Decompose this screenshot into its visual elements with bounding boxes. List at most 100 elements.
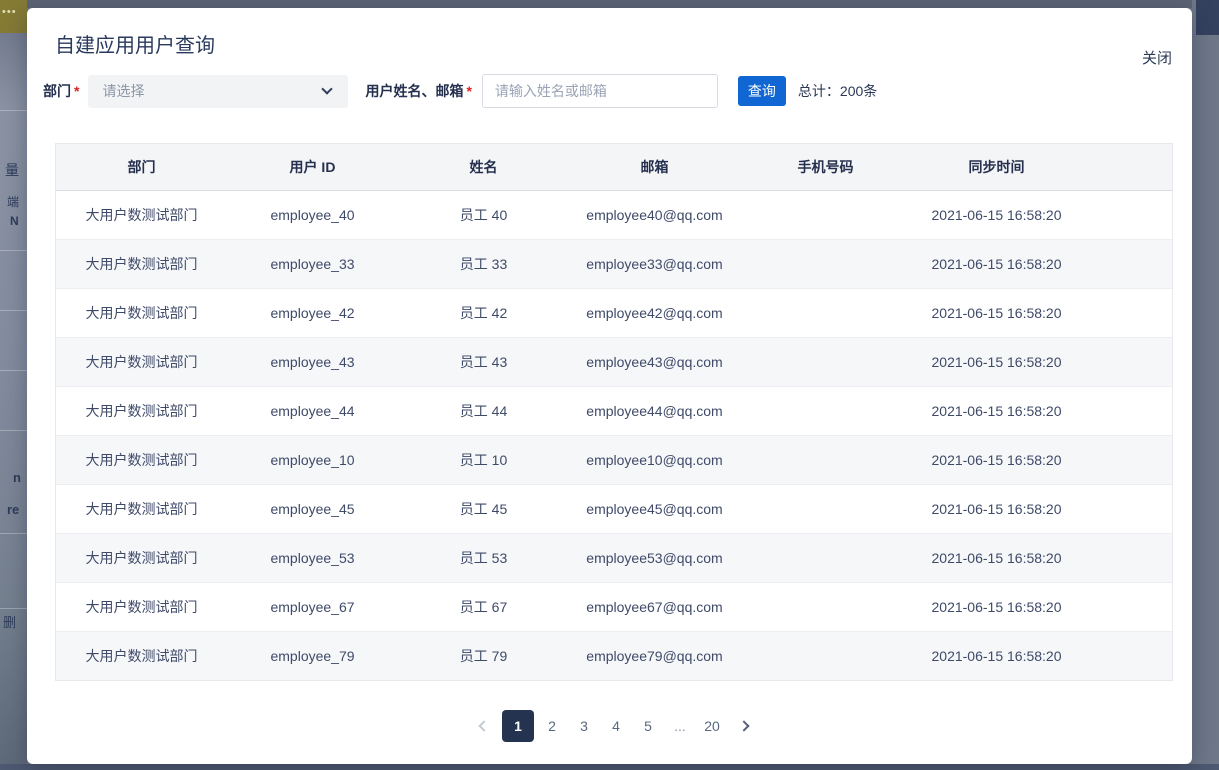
pagination-page-5[interactable]: 5 [634, 710, 662, 742]
user-search-input[interactable] [482, 74, 718, 108]
search-button[interactable]: 查询 [738, 76, 786, 106]
cell-email: employee40@qq.com [569, 190, 740, 239]
cell-department: 大用户数测试部门 [56, 582, 227, 631]
column-header-email: 邮箱 [569, 144, 740, 190]
user-query-modal: 自建应用用户查询 关闭 部门 * 请选择 用户姓名、邮箱 * 查询 总计：200… [27, 8, 1192, 764]
cell-sync-time: 2021-06-15 16:58:20 [911, 484, 1082, 533]
cell-user-id: employee_44 [227, 386, 398, 435]
cell-name: 员工 67 [398, 582, 569, 631]
cell-name: 员工 44 [398, 386, 569, 435]
ellipsis-dots-icon: ••• [2, 6, 17, 18]
cell-spacer [1082, 582, 1172, 631]
cell-sync-time: 2021-06-15 16:58:20 [911, 582, 1082, 631]
cell-department: 大用户数测试部门 [56, 484, 227, 533]
table-row: 大用户数测试部门employee_45员工 45employee45@qq.co… [56, 484, 1172, 533]
background-navy-button [1196, 0, 1219, 35]
cell-name: 员工 79 [398, 631, 569, 680]
background-text-fragment: 量 [5, 160, 19, 180]
close-button[interactable]: 关闭 [1142, 47, 1172, 68]
cell-department: 大用户数测试部门 [56, 631, 227, 680]
cell-sync-time: 2021-06-15 16:58:20 [911, 435, 1082, 484]
cell-sync-time: 2021-06-15 16:58:20 [911, 190, 1082, 239]
background-olive-tab: ••• [0, 0, 27, 33]
table-row: 大用户数测试部门employee_33员工 33employee33@qq.co… [56, 239, 1172, 288]
cell-phone [740, 386, 911, 435]
cell-sync-time: 2021-06-15 16:58:20 [911, 631, 1082, 680]
cell-name: 员工 40 [398, 190, 569, 239]
user-table: 部门用户 ID姓名邮箱手机号码同步时间 大用户数测试部门employee_40员… [55, 143, 1173, 681]
cell-phone [740, 288, 911, 337]
chevron-left-icon [478, 720, 489, 731]
cell-phone [740, 533, 911, 582]
background-text-fragment: N [10, 214, 19, 228]
pagination-page-1[interactable]: 1 [502, 710, 534, 742]
chevron-right-icon [738, 720, 749, 731]
pagination-page-2[interactable]: 2 [538, 710, 566, 742]
table-header-row: 部门用户 ID姓名邮箱手机号码同步时间 [56, 144, 1172, 190]
cell-phone [740, 631, 911, 680]
background-divider [0, 110, 27, 111]
cell-spacer [1082, 386, 1172, 435]
pagination: 12345...20 [55, 710, 1173, 742]
background-divider [0, 250, 27, 251]
pagination-ellipsis: ... [666, 710, 694, 742]
table-row: 大用户数测试部门employee_43员工 43employee43@qq.co… [56, 337, 1172, 386]
cell-name: 员工 53 [398, 533, 569, 582]
background-bottom-strip [0, 764, 1219, 770]
cell-spacer [1082, 631, 1172, 680]
column-header-user-id: 用户 ID [227, 144, 398, 190]
background-text-fragment: re [7, 502, 19, 517]
background-text-fragment: 端 [7, 193, 19, 210]
background-right-sliver [1192, 0, 1219, 770]
cell-department: 大用户数测试部门 [56, 288, 227, 337]
cell-user-id: employee_79 [227, 631, 398, 680]
cell-user-id: employee_10 [227, 435, 398, 484]
required-marker: * [466, 83, 471, 99]
table-row: 大用户数测试部门employee_53员工 53employee53@qq.co… [56, 533, 1172, 582]
cell-email: employee53@qq.com [569, 533, 740, 582]
cell-email: employee67@qq.com [569, 582, 740, 631]
cell-user-id: employee_67 [227, 582, 398, 631]
modal-title: 自建应用用户查询 [55, 29, 215, 58]
table-row: 大用户数测试部门employee_67员工 67employee67@qq.co… [56, 582, 1172, 631]
cell-email: employee33@qq.com [569, 239, 740, 288]
cell-user-id: employee_43 [227, 337, 398, 386]
cell-phone [740, 239, 911, 288]
cell-department: 大用户数测试部门 [56, 337, 227, 386]
cell-user-id: employee_45 [227, 484, 398, 533]
chevron-down-icon [322, 83, 333, 94]
cell-phone [740, 190, 911, 239]
table-row: 大用户数测试部门employee_44员工 44employee44@qq.co… [56, 386, 1172, 435]
cell-spacer [1082, 190, 1172, 239]
cell-department: 大用户数测试部门 [56, 386, 227, 435]
cell-sync-time: 2021-06-15 16:58:20 [911, 386, 1082, 435]
pagination-page-4[interactable]: 4 [602, 710, 630, 742]
cell-phone [740, 484, 911, 533]
cell-email: employee10@qq.com [569, 435, 740, 484]
pagination-next-button[interactable] [730, 710, 758, 742]
cell-user-id: employee_53 [227, 533, 398, 582]
department-select[interactable]: 请选择 [88, 75, 348, 108]
pagination-page-3[interactable]: 3 [570, 710, 598, 742]
pagination-page-20[interactable]: 20 [698, 710, 726, 742]
background-divider [0, 430, 27, 431]
cell-department: 大用户数测试部门 [56, 533, 227, 582]
background-divider [0, 310, 27, 311]
column-header-phone: 手机号码 [740, 144, 911, 190]
pagination-prev-button[interactable] [470, 710, 498, 742]
department-label: 部门 [43, 81, 71, 101]
cell-department: 大用户数测试部门 [56, 190, 227, 239]
cell-spacer [1082, 533, 1172, 582]
background-divider [0, 608, 27, 609]
cell-sync-time: 2021-06-15 16:58:20 [911, 533, 1082, 582]
cell-name: 员工 42 [398, 288, 569, 337]
table-row: 大用户数测试部门employee_40员工 40employee40@qq.co… [56, 190, 1172, 239]
cell-spacer [1082, 288, 1172, 337]
cell-user-id: employee_33 [227, 239, 398, 288]
user-search-label: 用户姓名、邮箱 [365, 81, 463, 101]
department-select-placeholder: 请选择 [102, 81, 144, 101]
table-row: 大用户数测试部门employee_42员工 42employee42@qq.co… [56, 288, 1172, 337]
cell-user-id: employee_40 [227, 190, 398, 239]
background-divider [0, 370, 27, 371]
background-top-strip [0, 0, 1219, 8]
